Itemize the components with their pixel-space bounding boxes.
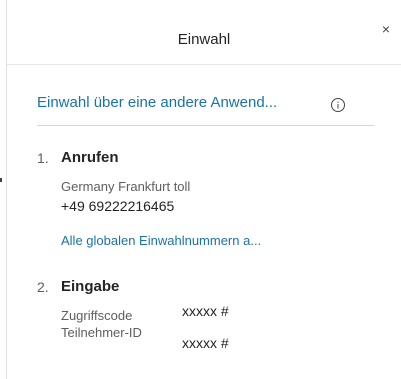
side-tick-mark bbox=[0, 178, 2, 182]
step-number-1: 1. bbox=[37, 150, 49, 166]
dial-in-phone-number[interactable]: +49 69222216465 bbox=[61, 198, 174, 214]
step-title-enter: Eingabe bbox=[61, 278, 120, 295]
panel-header: Einwahl × bbox=[7, 0, 401, 65]
dial-in-location: Germany Frankfurt toll bbox=[61, 179, 191, 194]
participant-id-label: Teilnehmer-ID bbox=[61, 325, 142, 340]
participant-id-value: xxxxx # bbox=[182, 335, 229, 351]
panel-title: Einwahl bbox=[177, 31, 231, 48]
info-icon[interactable] bbox=[330, 97, 346, 113]
all-global-numbers-link[interactable]: Alle globalen Einwahlnummern a... bbox=[61, 233, 261, 248]
section-divider bbox=[37, 125, 374, 126]
step-title-call: Anrufen bbox=[61, 149, 119, 166]
dial-in-other-app-link[interactable]: Einwahl über eine andere Anwend... bbox=[37, 94, 277, 111]
access-code-label: Zugriffscode bbox=[61, 308, 133, 323]
dial-in-panel: Einwahl × Einwahl über eine andere Anwen… bbox=[0, 0, 401, 379]
access-code-value: xxxxx # bbox=[182, 303, 229, 319]
step-number-2: 2. bbox=[37, 279, 49, 295]
close-icon[interactable]: × bbox=[382, 22, 390, 36]
